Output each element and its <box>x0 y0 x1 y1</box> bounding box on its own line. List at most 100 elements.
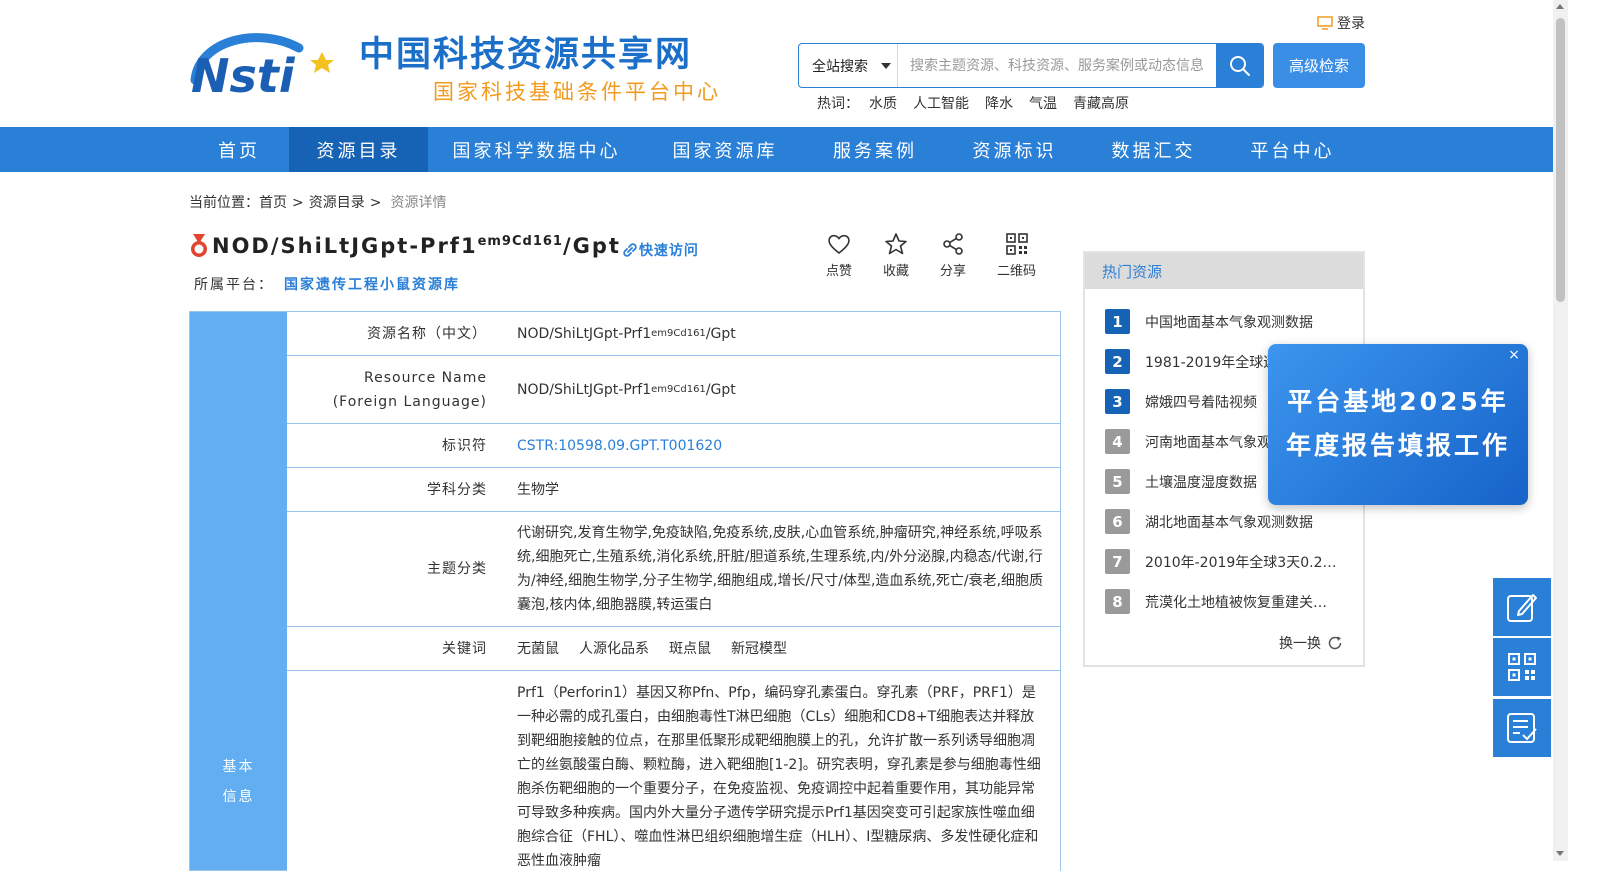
rank-badge: 5 <box>1105 469 1130 494</box>
resource-name: NOD/ShiLtJGpt-Prf1em9Cd161/Gpt <box>212 234 621 258</box>
breadcrumb-separator: > <box>369 195 382 211</box>
header: Nsti 中国科技资源共享网 国家科技基础条件平台中心 登录 全站搜索 高级检索… <box>0 0 1585 128</box>
keyword-tag[interactable]: 新冠模型 <box>731 637 787 661</box>
search-scope-select[interactable]: 全站搜索 <box>799 44 898 87</box>
keyword-tag[interactable]: 人源化品系 <box>579 637 649 661</box>
keyword-tag[interactable]: 斑点鼠 <box>669 637 711 661</box>
field-label: 资源名称（中文） <box>287 312 503 355</box>
scroll-down-icon[interactable] <box>1556 851 1564 856</box>
basic-info-label: 基本 信息 <box>222 759 255 805</box>
field-label <box>287 671 503 871</box>
favorite-button[interactable]: 收藏 <box>883 231 909 279</box>
nav-item-science-data-center[interactable]: 国家科学数据中心 <box>428 127 645 172</box>
hot-resource-item[interactable]: 7 2010年-2019年全球3天0.25°… <box>1105 549 1340 574</box>
qrcode-button[interactable]: 二维码 <box>997 231 1036 279</box>
search-icon <box>1229 55 1250 76</box>
rank-badge: 2 <box>1105 349 1130 374</box>
breadcrumb-separator: > <box>292 195 304 211</box>
survey-tool-button[interactable] <box>1493 699 1551 757</box>
quick-access-link[interactable]: 快速访问 <box>623 240 699 260</box>
rank-badge: 4 <box>1105 429 1130 454</box>
rank-badge: 3 <box>1105 389 1130 414</box>
field-value: NOD/ShiLtJGpt-Prf1 em9Cd161/Gpt <box>503 312 1060 355</box>
hot-resource-item[interactable]: 8 荒漠化土地植被恢复重建关键… <box>1105 589 1340 614</box>
nav-item-catalog[interactable]: 资源目录 <box>289 127 428 172</box>
refresh-icon <box>1328 636 1342 650</box>
refresh-button[interactable]: 换一换 <box>1279 633 1343 653</box>
breadcrumb: 当前位置：首页 > 资源目录 > 资源详情 <box>189 192 446 212</box>
platform-label: 所属平台： <box>194 277 274 293</box>
resource-platform: 所属平台： 国家遗传工程小鼠资源库 <box>194 274 460 294</box>
close-icon[interactable]: × <box>1506 347 1522 363</box>
hot-resource-item[interactable]: 1 中国地面基本气象观测数据 <box>1105 309 1340 334</box>
rank-badge: 7 <box>1105 549 1130 574</box>
table-row: 关键词 无菌鼠 人源化品系 斑点鼠 新冠模型 <box>287 627 1060 671</box>
page-scrollbar[interactable] <box>1553 0 1568 861</box>
field-label: 学科分类 <box>287 468 503 511</box>
description-text: Prf1（Perforin1）基因又称Pfn、Pfp，编码穿孔素蛋白。穿孔素（P… <box>503 671 1060 871</box>
hot-resource-item[interactable]: 6 湖北地面基本气象观测数据 <box>1105 509 1340 534</box>
nav-item-platform-center[interactable]: 平台中心 <box>1223 127 1362 172</box>
breadcrumb-label: 当前位置： <box>189 195 259 211</box>
field-value: 生物学 <box>503 468 1060 511</box>
table-row: 主题分类 代谢研究,发育生物学,免疫缺陷,免疫系统,皮肤,心血管系统,肿瘤研究,… <box>287 512 1060 627</box>
breadcrumb-home[interactable]: 首页 <box>259 195 287 211</box>
chevron-down-icon <box>881 63 891 69</box>
annual-report-popup[interactable]: × 平台基地2025年 年度报告填报工作 <box>1268 344 1528 505</box>
nav-item-home[interactable]: 首页 <box>189 127 289 172</box>
rank-badge: 6 <box>1105 509 1130 534</box>
link-icon <box>623 243 637 257</box>
like-button[interactable]: 点赞 <box>826 231 852 279</box>
hot-resources-title: 热门资源 <box>1085 253 1363 289</box>
table-row: 学科分类 生物学 <box>287 468 1060 512</box>
feedback-tool-button[interactable] <box>1493 578 1551 636</box>
login-link[interactable]: 登录 <box>1317 13 1365 33</box>
nav-item-service-cases[interactable]: 服务案例 <box>805 127 945 172</box>
platform-link[interactable]: 国家遗传工程小鼠资源库 <box>284 277 460 293</box>
resource-title: NOD/ShiLtJGpt-Prf1em9Cd161/Gpt 快速访问 <box>189 232 699 260</box>
field-label: Resource Name (Foreign Language) <box>287 356 503 423</box>
hot-word[interactable]: 降水 <box>985 93 1013 113</box>
hot-word[interactable]: 人工智能 <box>913 93 969 113</box>
rank-badge: 1 <box>1105 309 1130 334</box>
star-icon <box>885 233 907 255</box>
search-button[interactable] <box>1216 44 1263 87</box>
identifier-link[interactable]: CSTR:10598.09.GPT.T001620 <box>503 424 1060 467</box>
share-icon <box>943 233 963 255</box>
main-nav: 首页 资源目录 国家科学数据中心 国家资源库 服务案例 资源标识 数据汇交 平台… <box>0 127 1553 172</box>
checklist-icon <box>1507 713 1537 743</box>
svg-text:Nsti: Nsti <box>191 49 296 96</box>
field-value: NOD/ShiLtJGpt-Prf1 em9Cd161/Gpt <box>503 356 1060 423</box>
breadcrumb-current: 资源详情 <box>390 195 447 211</box>
search-box: 全站搜索 <box>798 43 1264 88</box>
advanced-search-button[interactable]: 高级检索 <box>1273 43 1365 88</box>
monitor-icon <box>1317 16 1333 30</box>
login-label: 登录 <box>1337 16 1365 32</box>
nav-item-resource-id[interactable]: 资源标识 <box>945 127 1084 172</box>
edit-icon <box>1507 594 1537 622</box>
heart-icon <box>828 234 850 255</box>
field-value: 代谢研究,发育生物学,免疫缺陷,免疫系统,皮肤,心血管系统,肿瘤研究,神经系统,… <box>503 512 1060 626</box>
hot-words: 热词： 水质 人工智能 降水 气温 青藏高原 <box>817 93 1129 113</box>
hot-words-label: 热词： <box>817 96 859 112</box>
hot-word[interactable]: 气温 <box>1029 93 1057 113</box>
medal-icon <box>191 234 207 257</box>
qrcode-icon <box>1005 233 1028 255</box>
hot-word[interactable]: 青藏高原 <box>1073 93 1129 113</box>
nav-item-data-submission[interactable]: 数据汇交 <box>1084 127 1223 172</box>
search-scope-label: 全站搜索 <box>812 58 868 75</box>
nsti-logo[interactable]: Nsti <box>189 30 351 96</box>
site-subtitle: 国家科技基础条件平台中心 <box>433 80 721 104</box>
qrcode-tool-button[interactable] <box>1493 638 1551 696</box>
nav-item-resource-library[interactable]: 国家资源库 <box>645 127 805 172</box>
field-label: 主题分类 <box>287 512 503 626</box>
breadcrumb-catalog[interactable]: 资源目录 <box>309 195 365 211</box>
scroll-up-icon[interactable] <box>1556 4 1564 9</box>
field-value: 无菌鼠 人源化品系 斑点鼠 新冠模型 <box>503 627 1060 670</box>
share-button[interactable]: 分享 <box>940 231 966 279</box>
scrollbar-thumb[interactable] <box>1556 18 1565 302</box>
search-input[interactable] <box>898 44 1216 87</box>
table-row: 标识符 CSTR:10598.09.GPT.T001620 <box>287 424 1060 468</box>
hot-word[interactable]: 水质 <box>869 93 897 113</box>
keyword-tag[interactable]: 无菌鼠 <box>517 637 559 661</box>
